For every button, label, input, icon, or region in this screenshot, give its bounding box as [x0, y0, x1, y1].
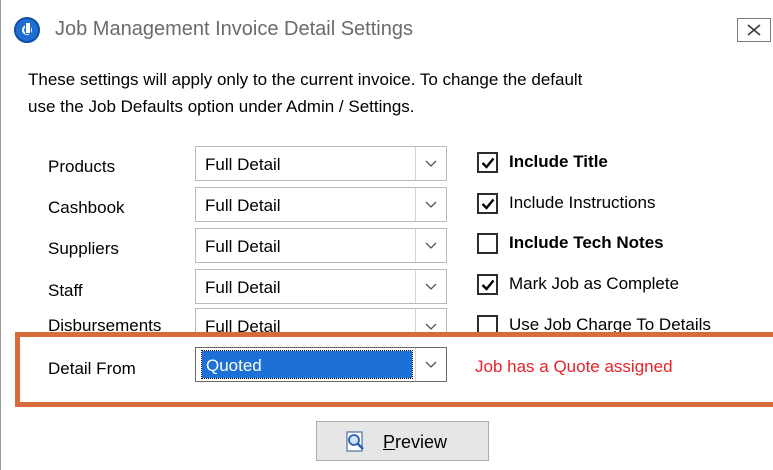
intro-line-2: use the Job Defaults option under Admin … — [28, 97, 415, 116]
intro-line-1: These settings will apply only to the cu… — [28, 70, 583, 89]
disbursements-select[interactable]: Full Detail — [195, 308, 447, 335]
checkmark-icon — [481, 157, 495, 169]
checkmark-icon — [481, 279, 495, 291]
include-tech-notes-label[interactable]: Include Tech Notes — [509, 233, 664, 253]
mark-job-complete-checkbox[interactable] — [477, 274, 498, 295]
chevron-down-icon — [425, 160, 437, 167]
staff-dropdown-button[interactable] — [415, 270, 446, 303]
title-bar: Job Management Invoice Detail Settings — [1, 0, 773, 58]
products-select[interactable]: Full Detail — [195, 146, 447, 181]
cashbook-select[interactable]: Full Detail — [195, 187, 447, 222]
intro-text: These settings will apply only to the cu… — [28, 66, 768, 120]
cashbook-dropdown-button[interactable] — [415, 188, 446, 221]
products-select-value: Full Detail — [205, 155, 281, 174]
dialog-window: Job Management Invoice Detail Settings T… — [0, 0, 773, 470]
quote-status-message: Job has a Quote assigned — [475, 357, 673, 376]
suppliers-dropdown-button[interactable] — [415, 229, 446, 262]
include-title-label[interactable]: Include Title — [509, 152, 608, 172]
preview-button[interactable]: Preview — [316, 421, 489, 461]
include-instructions-label[interactable]: Include Instructions — [509, 193, 655, 213]
preview-button-label: Preview — [383, 432, 448, 452]
magnifier-page-icon — [346, 431, 364, 452]
staff-select-value: Full Detail — [205, 278, 281, 297]
chevron-down-icon — [425, 242, 437, 249]
products-label: Products — [48, 157, 116, 176]
chevron-down-icon — [425, 283, 437, 290]
cashbook-label: Cashbook — [48, 198, 125, 217]
products-dropdown-button[interactable] — [415, 147, 446, 180]
suppliers-select-value: Full Detail — [205, 237, 281, 256]
window-title: Job Management Invoice Detail Settings — [55, 18, 413, 40]
app-power-icon — [14, 17, 40, 43]
include-instructions-checkbox[interactable] — [477, 193, 498, 214]
close-button[interactable] — [737, 18, 771, 42]
staff-select[interactable]: Full Detail — [195, 269, 447, 304]
suppliers-select[interactable]: Full Detail — [195, 228, 447, 263]
mark-job-complete-label[interactable]: Mark Job as Complete — [509, 274, 679, 294]
chevron-down-icon — [425, 201, 437, 208]
staff-label: Staff — [48, 281, 83, 300]
include-tech-notes-checkbox[interactable] — [477, 233, 498, 254]
suppliers-label: Suppliers — [48, 239, 119, 258]
chevron-down-icon — [425, 323, 437, 330]
close-icon — [747, 24, 761, 36]
include-title-checkbox[interactable] — [477, 152, 498, 173]
checkmark-icon — [481, 198, 495, 210]
cashbook-select-value: Full Detail — [205, 196, 281, 215]
